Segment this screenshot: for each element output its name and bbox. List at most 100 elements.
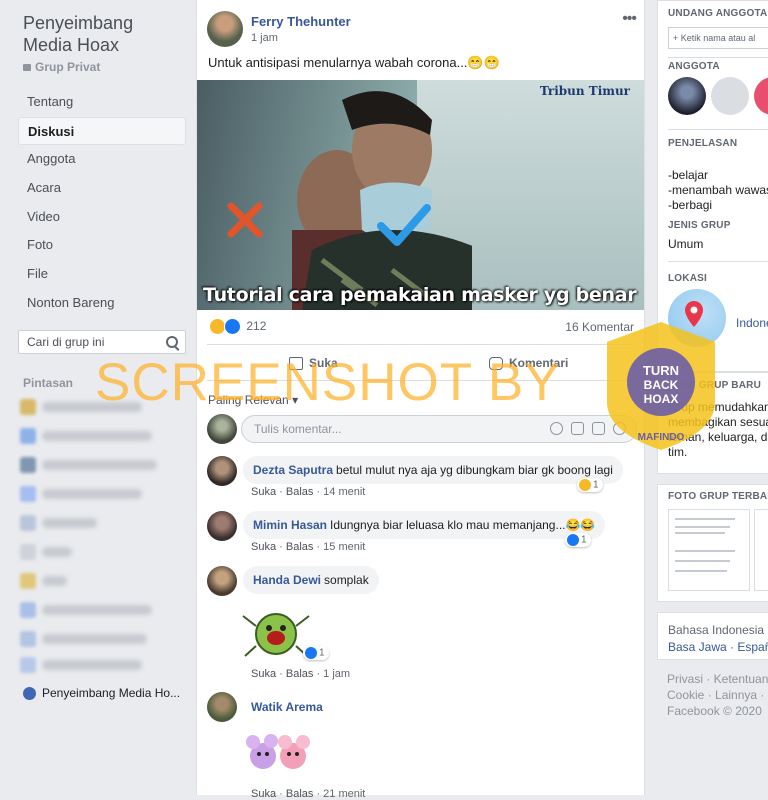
comment-reply-link[interactable]: Balas xyxy=(286,486,314,498)
search-placeholder: Cari di grup ini xyxy=(27,335,105,349)
nav-item-foto[interactable]: Foto xyxy=(18,231,186,260)
description-line: -berbagi xyxy=(668,198,713,212)
comment-time[interactable]: 1 jam xyxy=(323,668,350,680)
photo-thumbnail[interactable] xyxy=(754,509,768,591)
privacy-label: Grup Privat xyxy=(35,60,101,74)
emoji-icon[interactable] xyxy=(550,422,563,435)
shortcut-item[interactable] xyxy=(20,457,180,473)
comment-time[interactable]: 14 menit xyxy=(323,486,365,498)
language-current[interactable]: Bahasa Indonesia · xyxy=(668,623,768,637)
shortcut-item[interactable] xyxy=(20,544,180,560)
haha-reaction-icon xyxy=(579,479,591,491)
description-line: -menambah wawas xyxy=(668,183,768,197)
commenter-name[interactable]: Mimin Hasan xyxy=(253,518,327,532)
commenter-avatar[interactable] xyxy=(207,456,237,486)
comment-reactions[interactable]: 1 xyxy=(303,646,329,660)
shortcut-item[interactable] xyxy=(20,428,180,444)
nav-item-diskusi[interactable]: Diskusi xyxy=(18,116,186,146)
post-image[interactable]: Tribun Timur Tutorial cara pemakaian mas… xyxy=(197,80,644,310)
comment-bubble: Handa Dewi somplak xyxy=(243,566,379,594)
shortcut-item[interactable] xyxy=(20,602,180,618)
location-label: LOKASI xyxy=(668,273,707,284)
footer-links[interactable]: Cookie · Lainnya · xyxy=(667,688,764,702)
invite-members-label: UNDANG ANGGOTA xyxy=(668,8,768,19)
group-privacy: Grup Privat xyxy=(23,60,100,74)
photo-thumbnail[interactable] xyxy=(668,509,750,591)
shortcut-item[interactable] xyxy=(20,631,180,647)
nav-item-acara[interactable]: Acara xyxy=(18,174,186,203)
comment-actions: Suka · Balas · 1 jam xyxy=(251,668,351,680)
nav-item-nonton-bareng[interactable]: Nonton Bareng xyxy=(18,289,186,318)
more-options-icon[interactable]: ••• xyxy=(622,10,637,28)
post-author[interactable]: Ferry Thehunter xyxy=(251,14,351,29)
group-search-input[interactable]: Cari di grup ini xyxy=(18,330,186,354)
comment-input[interactable]: Tulis komentar... xyxy=(241,415,637,443)
comment-actions: Suka · Balas · 21 menit xyxy=(251,788,366,800)
wrong-mark-icon xyxy=(227,202,263,238)
commenter-name[interactable]: Handa Dewi xyxy=(253,573,321,587)
nav-item-file[interactable]: File xyxy=(18,260,186,289)
commenter-name[interactable]: Dezta Saputra xyxy=(253,463,333,477)
like-reaction-icon xyxy=(224,318,241,335)
mafindo-seal-icon: TURN BACK HOAX MAFINDO xyxy=(607,322,715,450)
divider xyxy=(207,344,634,345)
svg-text:MAFINDO: MAFINDO xyxy=(638,432,685,443)
svg-text:BACK: BACK xyxy=(644,378,679,392)
comment-text: betul mulut nya aja yg dibungkam biar gk… xyxy=(336,463,613,477)
commenter-avatar[interactable] xyxy=(207,692,237,722)
lock-icon xyxy=(23,64,31,71)
invite-input[interactable]: + Ketik nama atau al xyxy=(668,27,768,49)
commenter-avatar[interactable] xyxy=(207,511,237,541)
comment-like-link[interactable]: Suka xyxy=(251,668,276,680)
search-icon[interactable] xyxy=(166,336,178,348)
comment-like-link[interactable]: Suka xyxy=(251,788,276,800)
mice-sticker[interactable] xyxy=(241,732,315,777)
post-timestamp[interactable]: 1 jam xyxy=(251,32,278,44)
shortcut-item[interactable] xyxy=(20,657,180,673)
bottom-group-link[interactable]: Penyeimbang Media Ho... xyxy=(23,686,180,701)
group-icon xyxy=(23,687,36,701)
reaction-summary[interactable]: 212 xyxy=(209,318,266,335)
comment-reply-link[interactable]: Balas xyxy=(286,788,314,800)
like-reaction-icon xyxy=(305,647,317,659)
comment-time[interactable]: 15 menit xyxy=(323,541,365,553)
commenter-avatar[interactable] xyxy=(207,566,237,596)
language-options[interactable]: Basa Jawa · Españ xyxy=(668,640,768,654)
current-user-avatar[interactable] xyxy=(207,414,237,444)
comment-placeholder: Tulis komentar... xyxy=(254,422,342,436)
author-avatar[interactable] xyxy=(207,11,243,47)
member-avatar[interactable] xyxy=(668,77,706,115)
group-type-value: Umum xyxy=(668,237,704,251)
comment-like-link[interactable]: Suka xyxy=(251,486,276,498)
recent-photos-label: FOTO GRUP TERBAR xyxy=(668,491,768,502)
svg-text:TURN: TURN xyxy=(643,363,679,378)
camera-icon[interactable] xyxy=(571,422,584,435)
image-logo: Tribun Timur xyxy=(539,84,630,98)
comment-reaction-count: 1 xyxy=(593,479,599,491)
comment-reactions[interactable]: 1 xyxy=(577,478,603,492)
comment-like-link[interactable]: Suka xyxy=(251,541,276,553)
comment-reply-link[interactable]: Balas xyxy=(286,668,314,680)
commenter-name[interactable]: Watik Arema xyxy=(251,700,323,714)
group-name[interactable]: Penyeimbang Media Hoax xyxy=(23,12,183,56)
recent-photos-panel: FOTO GRUP TERBAR xyxy=(657,484,768,602)
comment-time[interactable]: 21 menit xyxy=(323,788,365,800)
member-avatar[interactable] xyxy=(754,77,768,115)
members-label: ANGGOTA xyxy=(668,61,720,72)
nav-item-video[interactable]: Video xyxy=(18,203,186,232)
laughing-sticker[interactable] xyxy=(241,606,311,661)
shortcuts-label: Pintasan xyxy=(23,376,74,390)
correct-check-icon xyxy=(377,204,431,246)
comment-actions: Suka · Balas · 15 menit xyxy=(251,541,366,553)
member-avatar[interactable] xyxy=(711,77,749,115)
comment-actions: Suka · Balas · 14 menit xyxy=(251,486,366,498)
shortcut-item[interactable] xyxy=(20,573,180,589)
shortcut-item[interactable] xyxy=(20,515,180,531)
comment-reactions[interactable]: 1 xyxy=(565,533,591,547)
location-link[interactable]: Indone xyxy=(736,316,768,330)
comment-reply-link[interactable]: Balas xyxy=(286,541,314,553)
shortcut-item[interactable] xyxy=(20,486,180,502)
nav-item-tentang[interactable]: Tentang xyxy=(18,88,186,117)
nav-item-anggota[interactable]: Anggota xyxy=(18,145,186,174)
footer-links[interactable]: Privasi · Ketentuan xyxy=(667,672,768,686)
